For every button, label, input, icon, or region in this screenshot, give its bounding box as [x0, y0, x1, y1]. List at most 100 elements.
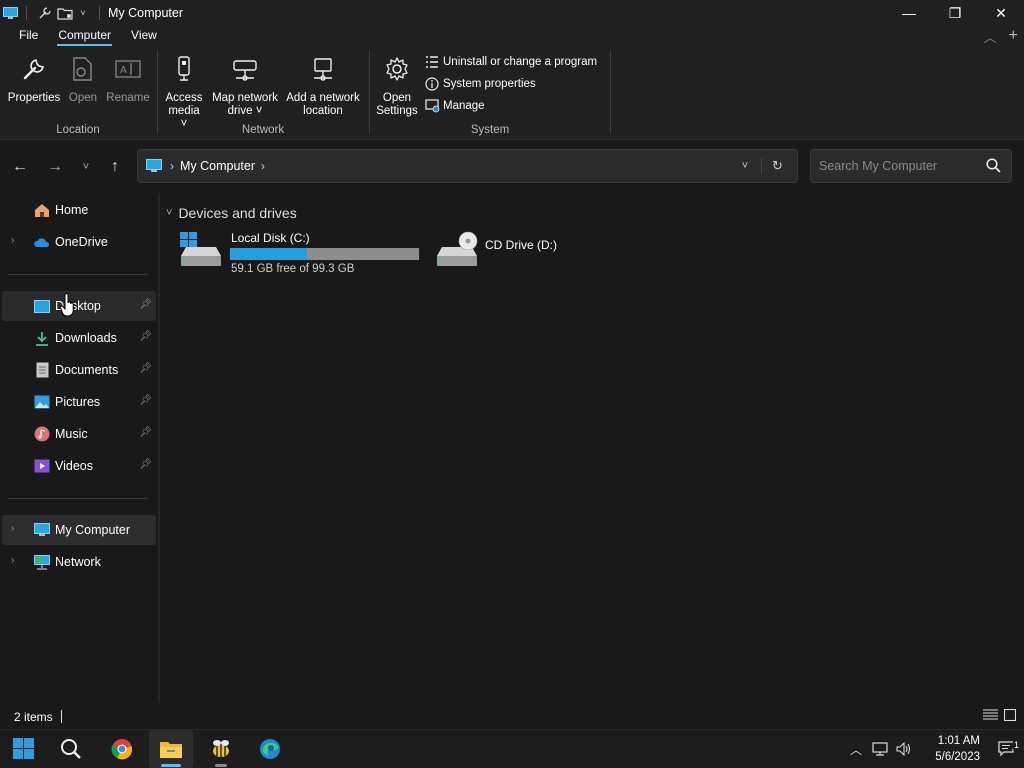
sidebar-item-home[interactable]: Home [2, 195, 156, 225]
rename-button[interactable]: A Rename [104, 54, 152, 105]
sidebar-item-documents[interactable]: Documents 📌︎ [2, 355, 156, 385]
restore-button[interactable]: ❐ [932, 0, 978, 26]
sidebar-item-pictures[interactable]: Pictures 📌︎ [2, 387, 156, 417]
pin-icon[interactable]: 📌︎ [139, 363, 152, 374]
svg-text:A: A [120, 65, 127, 76]
active-app-indicator [161, 764, 181, 767]
computer-app-icon[interactable] [2, 5, 18, 21]
expand-chevron-icon[interactable]: › [11, 555, 14, 566]
refresh-icon[interactable]: ↻ [761, 158, 793, 174]
drive-name: Local Disk (C:) [231, 231, 310, 245]
drive-item-cd-drive[interactable]: CD Drive (D:) [434, 229, 594, 277]
search-input[interactable] [819, 158, 979, 174]
quick-access-divider [26, 6, 27, 20]
sidebar-divider [8, 274, 148, 275]
pin-icon[interactable]: 📌︎ [139, 299, 152, 310]
show-hidden-icons-icon[interactable]: ︿ [844, 730, 868, 768]
access-media-button[interactable]: Access media ˅ [164, 54, 204, 131]
tab-view[interactable]: View [121, 26, 167, 46]
ribbon-group-label: Location [56, 124, 100, 136]
rename-icon: A [113, 54, 143, 84]
bee-app-icon [213, 740, 229, 757]
forward-button[interactable]: → [43, 155, 67, 179]
properties-button[interactable]: Properties [8, 54, 60, 105]
close-button[interactable]: ✕ [978, 0, 1024, 26]
sidebar-item-network[interactable]: › Network [2, 547, 156, 577]
network-icon [34, 554, 50, 570]
pin-icon[interactable]: 📌︎ [139, 427, 152, 438]
clock-time: 1:01 AM [937, 735, 980, 747]
search-box[interactable] [810, 149, 1012, 183]
search-icon[interactable] [986, 158, 1001, 176]
open-button[interactable]: Open [64, 54, 102, 105]
collapse-chevron-icon[interactable]: ˅ [166, 207, 172, 219]
drive-free-space: 59.1 GB free of 99.3 GB [231, 263, 355, 275]
volume-icon[interactable] [892, 730, 916, 768]
minimize-button[interactable]: — [886, 0, 932, 26]
ribbon: Properties Open A Rename Location Access… [0, 46, 1024, 140]
details-view-icon[interactable] [983, 709, 998, 724]
downloads-icon [34, 330, 50, 346]
new-tab-icon[interactable]: + [1009, 27, 1018, 45]
properties-quick-icon[interactable] [37, 5, 53, 21]
back-button[interactable]: ← [8, 155, 32, 179]
navigation-pane: Home › OneDrive Desktop 📌︎ Downloads 📌︎ … [0, 193, 158, 703]
taskbar-file-explorer-button[interactable] [149, 730, 193, 768]
recent-locations-button[interactable]: ˅ [74, 155, 98, 179]
open-settings-button[interactable]: Open Settings [374, 54, 420, 118]
tab-computer[interactable]: Computer [48, 26, 121, 46]
expand-chevron-icon[interactable]: › [11, 235, 14, 246]
start-icon [13, 738, 34, 759]
edge-icon [260, 739, 280, 759]
pin-icon[interactable]: 📌︎ [139, 395, 152, 406]
expand-chevron-icon[interactable]: › [11, 523, 14, 534]
media-device-icon [169, 54, 199, 84]
window-controls: — ❐ ✕ [886, 0, 1024, 26]
taskbar-bee-app-button[interactable] [199, 730, 243, 768]
sidebar-item-downloads[interactable]: Downloads 📌︎ [2, 323, 156, 353]
sidebar-item-onedrive[interactable]: › OneDrive [2, 227, 156, 257]
quick-access-dropdown-icon[interactable]: ˅ [75, 5, 91, 21]
hand-cursor-icon [60, 293, 74, 317]
add-network-location-button[interactable]: Add a network location [284, 54, 362, 118]
taskbar-chrome-button[interactable] [100, 730, 144, 768]
navigation-bar: ← → ˅ ↑ › My Computer › ˅ ↻ [0, 141, 1024, 193]
drive-item-local-disk[interactable]: Local Disk (C:) 59.1 GB free of 99.3 GB [178, 229, 428, 277]
address-bar[interactable]: › My Computer › ˅ ↻ [137, 149, 798, 183]
title-divider [99, 6, 100, 20]
tab-file[interactable]: File [9, 26, 48, 46]
pin-icon[interactable]: 📌︎ [139, 459, 152, 470]
clock-date: 5/6/2023 [935, 751, 980, 763]
music-icon [34, 426, 50, 442]
breadcrumb-chevron-icon[interactable]: › [261, 159, 265, 173]
address-history-dropdown-icon[interactable]: ˅ [729, 160, 761, 172]
ribbon-options: ︿ + [984, 26, 1018, 46]
map-network-drive-button[interactable]: Map network drive ˅ [208, 54, 282, 118]
group-header-devices[interactable]: ˅ Devices and drives [166, 205, 297, 221]
tiles-view-icon[interactable] [1003, 708, 1017, 724]
taskbar-search-button[interactable] [49, 730, 93, 768]
clock[interactable]: 1:01 AM 5/6/2023 [916, 733, 980, 765]
new-folder-quick-icon[interactable] [57, 5, 73, 21]
window-title: My Computer [108, 6, 184, 20]
breadcrumb-my-computer[interactable]: My Computer [180, 159, 255, 173]
pin-icon[interactable]: 📌︎ [139, 331, 152, 342]
notifications-button[interactable]: 1 [990, 740, 1024, 757]
sidebar-item-my-computer[interactable]: › My Computer [2, 515, 156, 545]
ribbon-group-network: Access media ˅ Map network drive ˅ Add a… [158, 48, 368, 138]
breadcrumb-chevron-icon[interactable]: › [170, 159, 174, 173]
sidebar-item-videos[interactable]: Videos 📌︎ [2, 451, 156, 481]
network-status-icon[interactable] [868, 730, 892, 768]
start-button[interactable] [2, 730, 46, 768]
uninstall-program-button[interactable]: Uninstall or change a program [424, 53, 597, 71]
address-actions: ˅ ↻ [729, 150, 793, 182]
sidebar-item-desktop[interactable]: Desktop 📌︎ [2, 291, 156, 321]
sidebar-item-music[interactable]: Music 📌︎ [2, 419, 156, 449]
windows-drive-icon [180, 232, 221, 266]
taskbar-edge-button[interactable] [248, 730, 292, 768]
collapse-ribbon-icon[interactable]: ︿ [984, 27, 997, 46]
system-properties-button[interactable]: System properties [424, 75, 536, 93]
manage-button[interactable]: Manage [424, 97, 485, 115]
videos-icon [34, 458, 50, 474]
up-button[interactable]: ↑ [103, 155, 127, 179]
